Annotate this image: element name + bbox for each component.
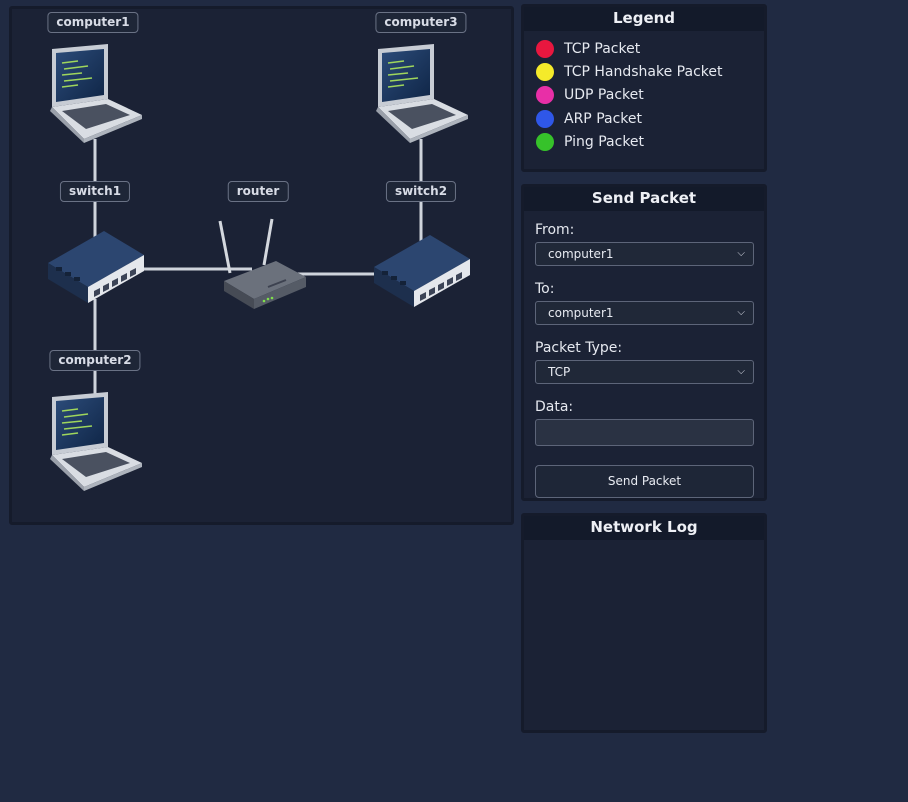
legend-item-label: ARP Packet (564, 110, 642, 127)
switch-icon[interactable] (374, 235, 470, 307)
legend-item-ping: Ping Packet (536, 131, 764, 154)
node-label-switch2: switch2 (385, 181, 457, 202)
packet-type-label: Packet Type: (535, 340, 623, 356)
send-packet-title: Send Packet (524, 187, 764, 211)
data-input[interactable] (535, 419, 754, 446)
send-packet-form: From: computer1 ⌵ To: computer1 ⌵ Packet… (524, 211, 764, 498)
node-label-router: router (227, 181, 289, 202)
node-label-computer1: computer1 (47, 12, 139, 33)
legend-item-label: TCP Packet (564, 40, 641, 57)
data-label: Data: (535, 399, 574, 415)
legend-item-tcp-handshake: TCP Handshake Packet (536, 60, 764, 83)
legend-panel: Legend TCP Packet TCP Handshake Packet U… (521, 4, 767, 172)
laptop-icon[interactable] (376, 44, 468, 143)
ping-color-dot-icon (536, 133, 554, 152)
node-label-computer3: computer3 (375, 12, 467, 33)
arp-color-dot-icon (536, 109, 554, 128)
udp-color-dot-icon (536, 86, 554, 105)
topology-svg (48, 44, 470, 491)
from-label: From: (535, 222, 575, 238)
tcp-color-dot-icon (536, 39, 554, 58)
legend-item-tcp: TCP Packet (536, 37, 764, 60)
from-select-value: computer1 (548, 247, 614, 261)
legend-item-label: Ping Packet (564, 134, 645, 151)
tcp-handshake-color-dot-icon (536, 63, 554, 82)
legend-title: Legend (524, 7, 764, 31)
switch-icon[interactable] (48, 231, 144, 303)
network-topology-canvas: computer1 computer3 switch1 router switc… (9, 6, 514, 525)
chevron-down-icon: ⌵ (737, 366, 745, 377)
legend-list: TCP Packet TCP Handshake Packet UDP Pack… (524, 31, 764, 154)
to-select[interactable]: computer1 ⌵ (535, 301, 754, 325)
node-label-computer2: computer2 (49, 350, 141, 371)
to-label: To: (535, 281, 555, 297)
send-packet-panel: Send Packet From: computer1 ⌵ To: comput… (521, 184, 767, 501)
legend-item-arp: ARP Packet (536, 107, 764, 130)
packet-type-select-value: TCP (548, 365, 571, 379)
from-select[interactable]: computer1 ⌵ (535, 242, 754, 266)
legend-item-label: UDP Packet (564, 87, 644, 104)
chevron-down-icon: ⌵ (737, 248, 745, 259)
send-packet-button[interactable]: Send Packet (535, 465, 754, 498)
network-log-panel: Network Log (521, 513, 767, 733)
laptop-icon[interactable] (50, 44, 142, 143)
network-log-content (524, 540, 764, 726)
legend-item-udp: UDP Packet (536, 84, 764, 107)
laptop-icon[interactable] (50, 392, 142, 491)
router-icon[interactable] (218, 218, 306, 309)
legend-item-label: TCP Handshake Packet (564, 64, 723, 81)
node-label-switch1: switch1 (59, 181, 131, 202)
network-log-title: Network Log (524, 516, 764, 540)
packet-type-select[interactable]: TCP ⌵ (535, 360, 754, 384)
chevron-down-icon: ⌵ (737, 307, 745, 318)
to-select-value: computer1 (548, 306, 614, 320)
